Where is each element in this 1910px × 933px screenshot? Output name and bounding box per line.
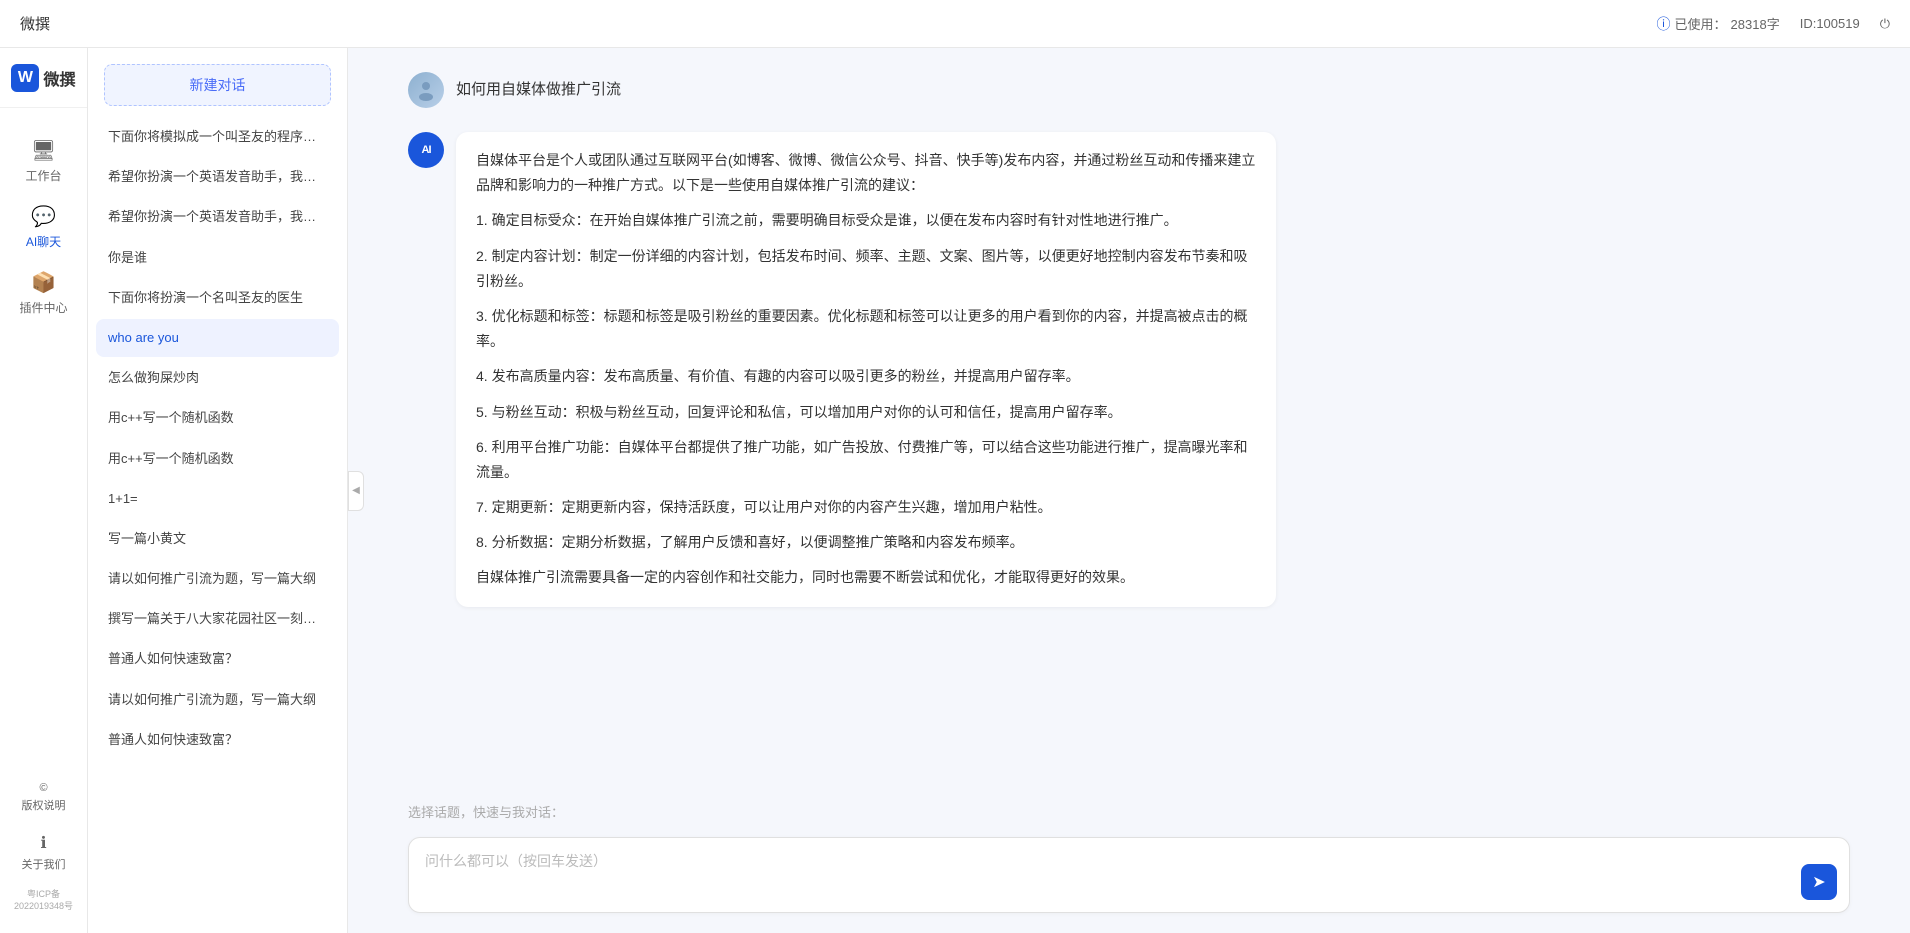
sidebar-item-plugin[interactable]: 📦 插件中心 [0,260,87,326]
ai-response-paragraph: 4. 发布高质量内容：发布高质量、有价值、有趣的内容可以吸引更多的粉丝，并提高用… [476,364,1256,389]
user-avatar [408,72,444,108]
user-message-group: 如何用自媒体做推广引流 [408,72,1850,108]
sidebar-item-about-label: 关于我们 [22,856,66,872]
ai-bubble: 自媒体平台是个人或团队通过互联网平台(如博客、微博、微信公众号、抖音、快手等)发… [456,132,1276,607]
copyright-icon: © [39,782,47,794]
sidebar-item-copyright-label: 版权说明 [22,797,66,813]
topbar: 微撰 ⓘ 已使用： 28318字 ID:100519 ⏻ [0,0,1910,48]
ai-response-paragraph: 6. 利用平台推广功能：自媒体平台都提供了推广功能，如广告投放、付费推广等，可以… [476,435,1256,485]
input-container: ➤ [408,837,1850,913]
chat-main: 如何用自媒体做推广引流 AI 自媒体平台是个人或团队通过互联网平台(如博客、微博… [348,48,1910,933]
chat-list: 下面你将模拟成一个叫圣友的程序员，我说...希望你扮演一个英语发音助手，我提供给… [88,118,347,933]
chat-list-item[interactable]: 下面你将扮演一个名叫圣友的医生 [96,279,339,317]
chat-list-item[interactable]: 你是谁 [96,239,339,277]
ai-avatar: AI [408,132,444,168]
user-avatar-inner [408,72,444,108]
sidebar-bottom: © 版权说明 ℹ 关于我们 粤ICP备2022019348号 [0,774,87,933]
ai-response-paragraph: 8. 分析数据：定期分析数据，了解用户反馈和喜好，以便调整推广策略和内容发布频率… [476,530,1256,555]
user-avatar-icon [414,78,438,102]
sidebar-item-ai-chat-label: AI聊天 [26,233,61,250]
chat-list-item[interactable]: 请以如何推广引流为题，写一篇大纲 [96,681,339,719]
chat-list-item[interactable]: 下面你将模拟成一个叫圣友的程序员，我说... [96,118,339,156]
sidebar-item-copyright[interactable]: © 版权说明 [0,774,87,821]
chat-list-item[interactable]: who are you [96,319,339,357]
topbar-title: 微撰 [20,13,50,34]
sidebar-item-workbench-label: 工作台 [25,167,61,184]
chat-list-item[interactable]: 撰写一篇关于八大家花园社区一刻钟便民生... [96,600,339,638]
icp-text: 粤ICP备2022019348号 [0,884,87,917]
chat-list-item[interactable]: 写一篇小黄文 [96,520,339,558]
main-layout: W 微撰 🖥 工作台 💬 AI聊天 📦 插件中心 © 版权说明 ℹ [0,48,1910,933]
ai-chat-icon: 💬 [31,204,56,229]
logo-name: 微撰 [43,66,75,90]
ai-message-group: AI 自媒体平台是个人或团队通过互联网平台(如博客、微博、微信公众号、抖音、快手… [408,132,1850,607]
collapse-sidebar-button[interactable]: ◀ [348,471,364,511]
logo-w-icon: W [11,64,39,92]
ai-response-paragraph: 1. 确定目标受众：在开始自媒体推广引流之前，需要明确目标受众是谁，以便在发布内… [476,208,1256,233]
ai-label: AI [422,144,431,156]
sidebar-item-workbench[interactable]: 🖥 工作台 [0,128,87,194]
nav-items: 🖥 工作台 💬 AI聊天 📦 插件中心 [0,108,87,774]
send-icon: ➤ [1812,872,1825,892]
sidebar-item-about[interactable]: ℹ 关于我们 [0,825,87,880]
chat-list-item[interactable]: 1+1= [96,480,339,518]
chat-list-item[interactable]: 普通人如何快速致富？ [96,721,339,759]
ai-response-paragraph: 自媒体平台是个人或团队通过互联网平台(如博客、微博、微信公众号、抖音、快手等)发… [476,148,1256,198]
left-sidebar: W 微撰 🖥 工作台 💬 AI聊天 📦 插件中心 © 版权说明 ℹ [0,48,88,933]
chat-list-item[interactable]: 用c++写一个随机函数 [96,399,339,437]
quick-select-label: 选择话题，快速与我对话： [408,805,564,820]
chat-list-item[interactable]: 用c++写一个随机函数 [96,440,339,478]
sidebar-item-ai-chat[interactable]: 💬 AI聊天 [0,194,87,260]
input-area: ➤ [348,827,1910,933]
topbar-right: ⓘ 已使用： 28318字 ID:100519 ⏻ [1657,14,1890,34]
logout-icon[interactable]: ⏻ [1880,16,1890,32]
chat-sidebar: 新建对话 下面你将模拟成一个叫圣友的程序员，我说...希望你扮演一个英语发音助手… [88,48,348,933]
ai-response-paragraph: 5. 与粉丝互动：积极与粉丝互动，回复评论和私信，可以增加用户对你的认可和信任，… [476,400,1256,425]
chat-input[interactable] [425,850,1833,895]
ai-response-paragraph: 3. 优化标题和标签：标题和标签是吸引粉丝的重要因素。优化标题和标签可以让更多的… [476,304,1256,354]
ai-response-paragraph: 2. 制定内容计划：制定一份详细的内容计划，包括发布时间、频率、主题、文案、图片… [476,244,1256,294]
usage-label: 已使用： [1675,14,1727,33]
user-bubble: 如何用自媒体做推广引流 [456,72,621,102]
chat-list-item[interactable]: 希望你扮演一个英语发音助手，我提供给你... [96,198,339,236]
chat-list-item[interactable]: 请以如何推广引流为题，写一篇大纲 [96,560,339,598]
plugin-icon: 📦 [31,270,56,295]
usage-count: 28318字 [1731,14,1780,33]
chat-messages: 如何用自媒体做推广引流 AI 自媒体平台是个人或团队通过互联网平台(如博客、微博… [348,48,1910,792]
workbench-icon: 🖥 [31,138,56,163]
new-chat-button[interactable]: 新建对话 [104,64,331,106]
chat-list-item[interactable]: 怎么做狗屎炒肉 [96,359,339,397]
chat-list-item[interactable]: 普通人如何快速致富？ [96,640,339,678]
logo-area: W 微撰 [0,48,87,108]
topbar-usage: ⓘ 已使用： 28318字 [1657,14,1780,34]
ai-response-paragraph: 自媒体推广引流需要具备一定的内容创作和社交能力，同时也需要不断尝试和优化，才能取… [476,565,1256,590]
topbar-id: ID:100519 [1800,16,1860,31]
send-button[interactable]: ➤ [1801,864,1837,900]
quick-select-area: 选择话题，快速与我对话： [348,792,1910,827]
sidebar-item-plugin-label: 插件中心 [19,299,67,316]
ai-response-paragraph: 7. 定期更新：定期更新内容，保持活跃度，可以让用户对你的内容产生兴趣，增加用户… [476,495,1256,520]
info-icon: ⓘ [1657,14,1671,34]
chat-list-item[interactable]: 希望你扮演一个英语发音助手，我提供给你... [96,158,339,196]
about-icon: ℹ [40,833,46,853]
